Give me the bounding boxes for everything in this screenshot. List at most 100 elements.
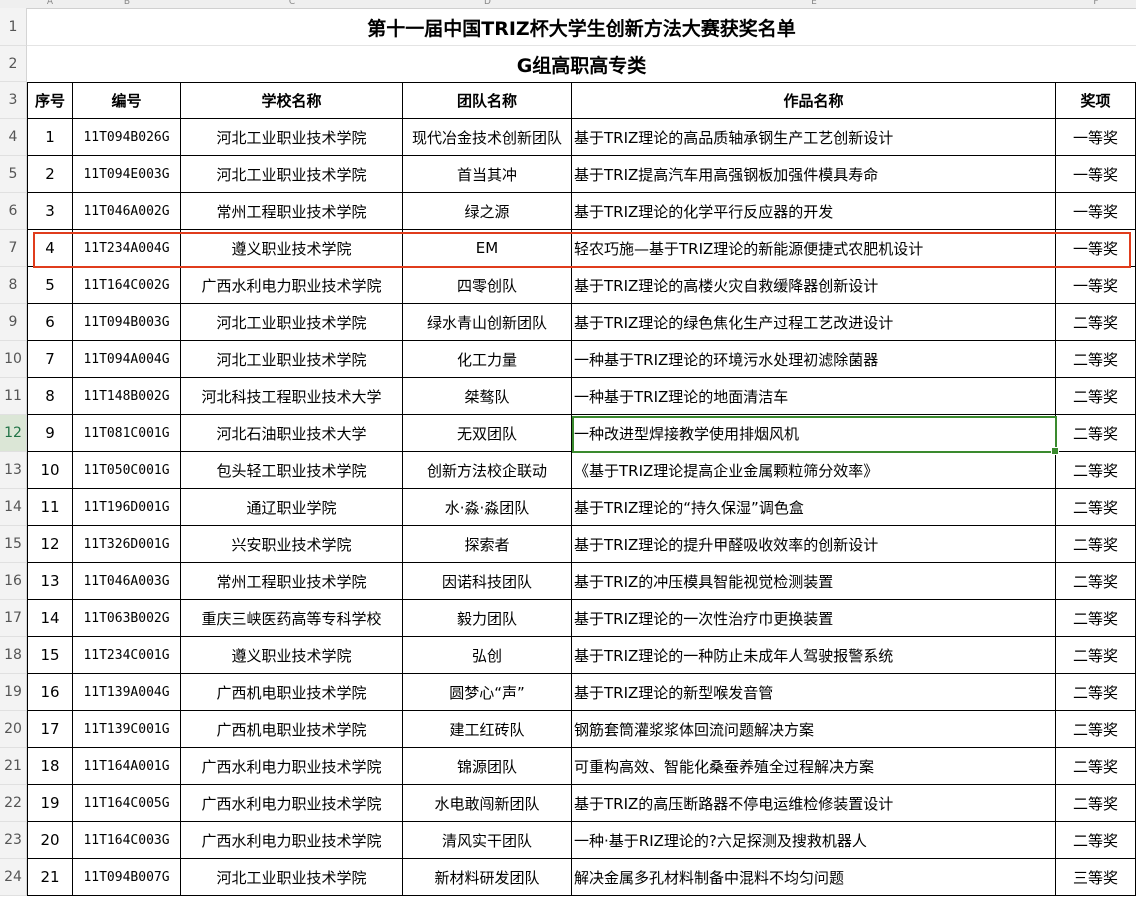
header-award[interactable]: 奖项 — [1056, 82, 1136, 119]
cell-school[interactable]: 广西水利电力职业技术学院 — [181, 267, 403, 304]
sheet-title[interactable]: 第十一届中国TRIZ杯大学生创新方法大赛获奖名单 — [27, 8, 1136, 46]
cell-team[interactable]: 首当其冲 — [403, 156, 572, 193]
cell-work[interactable]: 《基于TRIZ理论提高企业金属颗粒筛分效率》 — [572, 452, 1056, 489]
row-number-12[interactable]: 12 — [0, 415, 27, 452]
row-number-14[interactable]: 14 — [0, 489, 27, 526]
cell-work[interactable]: 基于TRIZ理论的“持久保湿”调色盒 — [572, 489, 1056, 526]
cell-seq[interactable]: 16 — [27, 674, 73, 711]
cell-work[interactable]: 基于TRIZ理论的化学平行反应器的开发 — [572, 193, 1056, 230]
cell-team[interactable]: 水·淼·淼团队 — [403, 489, 572, 526]
cell-team[interactable]: 四零创队 — [403, 267, 572, 304]
cell-seq[interactable]: 14 — [27, 600, 73, 637]
cell-team[interactable]: 绿水青山创新团队 — [403, 304, 572, 341]
cell-team[interactable]: 锦源团队 — [403, 748, 572, 785]
cell-seq[interactable]: 8 — [27, 378, 73, 415]
cell-code[interactable]: 11T234A004G — [73, 230, 181, 267]
cell-team[interactable]: EM — [403, 230, 572, 267]
cell-work[interactable]: 基于TRIZ提高汽车用高强钢板加强件模具寿命 — [572, 156, 1056, 193]
cell-seq[interactable]: 1 — [27, 119, 73, 156]
row-number-8[interactable]: 8 — [0, 267, 27, 304]
cell-work[interactable]: 轻农巧施—基于TRIZ理论的新能源便捷式农肥机设计 — [572, 230, 1056, 267]
cell-seq[interactable]: 19 — [27, 785, 73, 822]
cell-award[interactable]: 一等奖 — [1056, 230, 1136, 267]
cell-work[interactable]: 一种改进型焊接教学使用排烟风机 — [572, 415, 1056, 452]
cell-seq[interactable]: 10 — [27, 452, 73, 489]
cell-award[interactable]: 二等奖 — [1056, 563, 1136, 600]
cell-code[interactable]: 11T164A001G — [73, 748, 181, 785]
cell-award[interactable]: 一等奖 — [1056, 193, 1136, 230]
cell-work[interactable]: 钢筋套筒灌浆浆体回流问题解决方案 — [572, 711, 1056, 748]
cell-school[interactable]: 常州工程职业技术学院 — [181, 193, 403, 230]
cell-code[interactable]: 11T094B003G — [73, 304, 181, 341]
cell-seq[interactable]: 4 — [27, 230, 73, 267]
row-number-21[interactable]: 21 — [0, 748, 27, 785]
cell-award[interactable]: 二等奖 — [1056, 489, 1136, 526]
header-team[interactable]: 团队名称 — [403, 82, 572, 119]
cell-school[interactable]: 遵义职业技术学院 — [181, 230, 403, 267]
cell-award[interactable]: 二等奖 — [1056, 341, 1136, 378]
cell-code[interactable]: 11T234C001G — [73, 637, 181, 674]
cell-code[interactable]: 11T046A003G — [73, 563, 181, 600]
cell-award[interactable]: 二等奖 — [1056, 748, 1136, 785]
cell-seq[interactable]: 3 — [27, 193, 73, 230]
cell-award[interactable]: 二等奖 — [1056, 637, 1136, 674]
cell-seq[interactable]: 7 — [27, 341, 73, 378]
cell-code[interactable]: 11T081C001G — [73, 415, 181, 452]
cell-code[interactable]: 11T164C002G — [73, 267, 181, 304]
cell-team[interactable]: 水电敢闯新团队 — [403, 785, 572, 822]
cell-work[interactable]: 基于TRIZ的高压断路器不停电运维检修装置设计 — [572, 785, 1056, 822]
cell-school[interactable]: 广西机电职业技术学院 — [181, 711, 403, 748]
cell-work[interactable]: 基于TRIZ的冲压模具智能视觉检测装置 — [572, 563, 1056, 600]
cell-award[interactable]: 二等奖 — [1056, 452, 1136, 489]
cell-code[interactable]: 11T094E003G — [73, 156, 181, 193]
cell-team[interactable]: 毅力团队 — [403, 600, 572, 637]
row-number-7[interactable]: 7 — [0, 230, 27, 267]
cell-school[interactable]: 广西水利电力职业技术学院 — [181, 748, 403, 785]
cell-seq[interactable]: 6 — [27, 304, 73, 341]
cell-work[interactable]: 基于TRIZ理论的高楼火灾自救缓降器创新设计 — [572, 267, 1056, 304]
cell-award[interactable]: 二等奖 — [1056, 600, 1136, 637]
cell-work[interactable]: 基于TRIZ理论的提升甲醛吸收效率的创新设计 — [572, 526, 1056, 563]
row-number-13[interactable]: 13 — [0, 452, 27, 489]
row-number-23[interactable]: 23 — [0, 822, 27, 859]
cell-team[interactable]: 清风实干团队 — [403, 822, 572, 859]
cell-award[interactable]: 二等奖 — [1056, 304, 1136, 341]
cell-school[interactable]: 河北石油职业技术大学 — [181, 415, 403, 452]
cell-team[interactable]: 圆梦心“声” — [403, 674, 572, 711]
cell-award[interactable]: 二等奖 — [1056, 785, 1136, 822]
cell-team[interactable]: 建工红砖队 — [403, 711, 572, 748]
row-number-9[interactable]: 9 — [0, 304, 27, 341]
cell-school[interactable]: 河北工业职业技术学院 — [181, 156, 403, 193]
row-number-19[interactable]: 19 — [0, 674, 27, 711]
cell-work[interactable]: 基于TRIZ理论的一次性治疗巾更换装置 — [572, 600, 1056, 637]
cell-seq[interactable]: 12 — [27, 526, 73, 563]
cell-seq[interactable]: 13 — [27, 563, 73, 600]
header-code[interactable]: 编号 — [73, 82, 181, 119]
cell-team[interactable]: 因诺科技团队 — [403, 563, 572, 600]
cell-work[interactable]: 解决金属多孔材料制备中混料不均匀问题 — [572, 859, 1056, 896]
cell-award[interactable]: 一等奖 — [1056, 119, 1136, 156]
cell-work[interactable]: 基于TRIZ理论的绿色焦化生产过程工艺改进设计 — [572, 304, 1056, 341]
cell-school[interactable]: 广西机电职业技术学院 — [181, 674, 403, 711]
cell-award[interactable]: 二等奖 — [1056, 674, 1136, 711]
cell-team[interactable]: 弘创 — [403, 637, 572, 674]
row-number-18[interactable]: 18 — [0, 637, 27, 674]
cell-code[interactable]: 11T094A004G — [73, 341, 181, 378]
cell-school[interactable]: 常州工程职业技术学院 — [181, 563, 403, 600]
row-number-11[interactable]: 11 — [0, 378, 27, 415]
cell-work[interactable]: 一种基于TRIZ理论的地面清洁车 — [572, 378, 1056, 415]
cell-work[interactable]: 基于TRIZ理论的一种防止未成年人驾驶报警系统 — [572, 637, 1056, 674]
cell-code[interactable]: 11T094B026G — [73, 119, 181, 156]
cell-code[interactable]: 11T063B002G — [73, 600, 181, 637]
cell-school[interactable]: 河北工业职业技术学院 — [181, 859, 403, 896]
cell-team[interactable]: 探索者 — [403, 526, 572, 563]
cell-code[interactable]: 11T326D001G — [73, 526, 181, 563]
row-number-15[interactable]: 15 — [0, 526, 27, 563]
cell-school[interactable]: 遵义职业技术学院 — [181, 637, 403, 674]
cell-code[interactable]: 11T046A002G — [73, 193, 181, 230]
cell-work[interactable]: 基于TRIZ理论的高品质轴承钢生产工艺创新设计 — [572, 119, 1056, 156]
cell-work[interactable]: 一种·基于RIZ理论的?六足探测及搜救机器人 — [572, 822, 1056, 859]
cell-team[interactable]: 现代冶金技术创新团队 — [403, 119, 572, 156]
cell-award[interactable]: 一等奖 — [1056, 156, 1136, 193]
row-number-3[interactable]: 3 — [0, 82, 27, 119]
